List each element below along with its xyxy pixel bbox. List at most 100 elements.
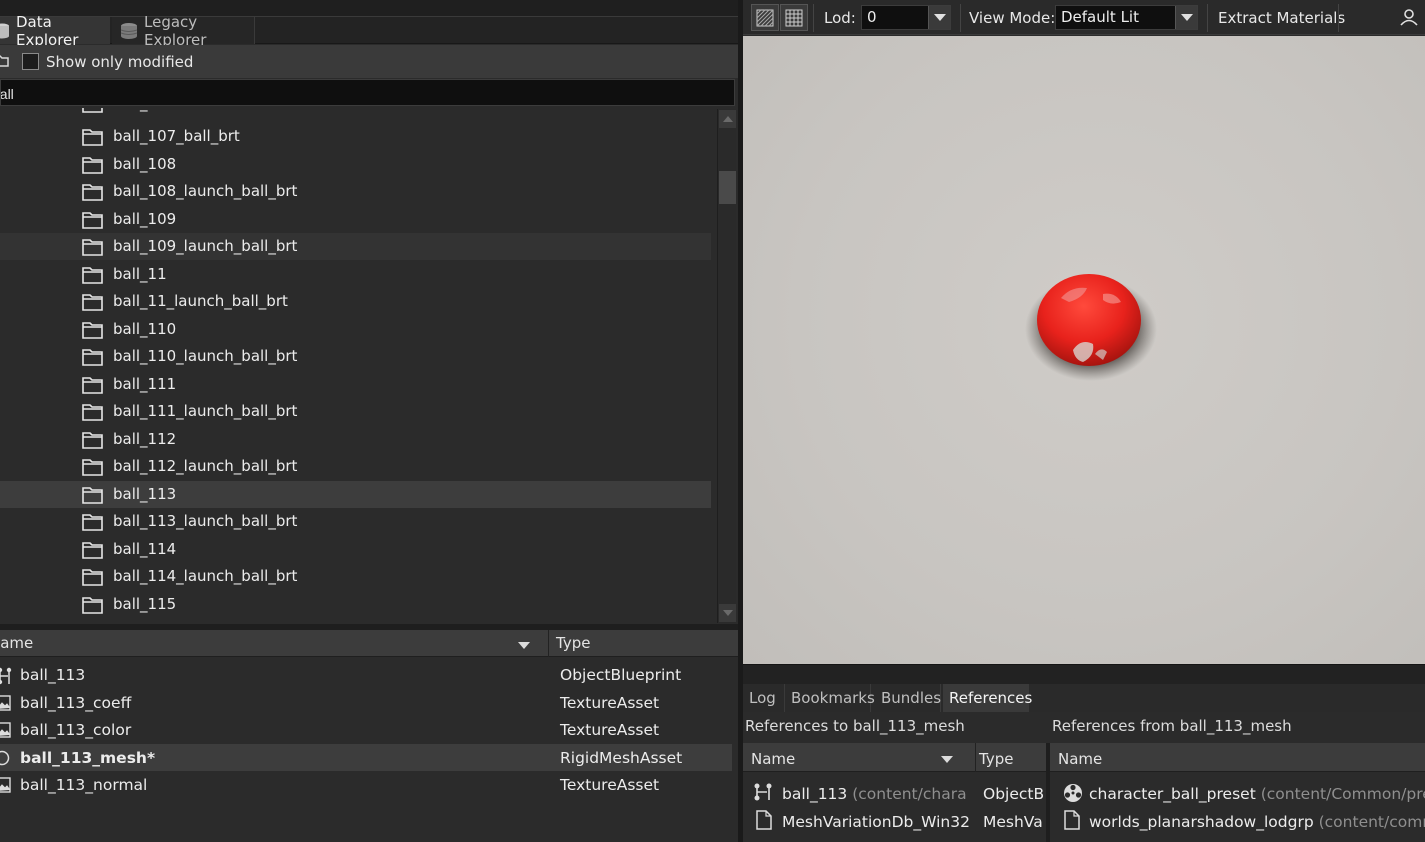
tab-label: Legacy Explorer	[144, 12, 207, 49]
show-only-modified-checkbox[interactable]	[22, 53, 39, 70]
view-mode-select[interactable]: Default Lit	[1055, 5, 1198, 30]
tree-scrollbar[interactable]	[717, 109, 736, 623]
hatch-icon	[756, 9, 774, 26]
tree-item[interactable]: ball_115	[0, 591, 711, 618]
folder-icon	[82, 128, 103, 146]
scroll-up-button[interactable]	[719, 110, 736, 128]
asset-name: ball_113_coeff	[20, 693, 132, 712]
data-explorer-panel: Data Explorer Legacy Explorer Show only …	[0, 0, 738, 842]
tree-item[interactable]: ball_109_launch_ball_brt	[0, 233, 711, 260]
tree-item-label: ball_110_launch_ball_brt	[113, 347, 298, 365]
asset-row[interactable]: ball_113_color TextureAsset	[0, 716, 732, 743]
asset-row[interactable]: ball_113_normal TextureAsset	[0, 771, 732, 798]
asset-type: TextureAsset	[560, 721, 660, 739]
tree-item[interactable]: ball_112_launch_ball_brt	[0, 453, 711, 480]
column-header-name[interactable]: Name	[751, 750, 795, 768]
scrollbar-thumb[interactable]	[719, 171, 736, 204]
list-item[interactable]: MeshVariationDb_Win32 MeshVa	[743, 804, 1046, 832]
mesh-icon	[0, 750, 11, 766]
tab-data-explorer[interactable]: Data Explorer	[0, 13, 110, 49]
tree-item[interactable]: ball_108_launch_ball_brt	[0, 178, 711, 205]
asset-row[interactable]: ball_113_mesh* RigidMeshAsset	[0, 743, 732, 771]
references-header: References to ball_113_mesh References f…	[743, 712, 1425, 741]
tree-item-label: ball_111	[113, 374, 177, 393]
database-icon	[0, 23, 10, 39]
viewport-toolbar: Lod: 0 View Mode: Default Lit Extract Ma…	[743, 0, 1425, 35]
reference-name: character_ball_preset	[1089, 785, 1256, 803]
column-header-type[interactable]: Type	[979, 750, 1013, 768]
asset-type: TextureAsset	[560, 776, 660, 794]
list-item[interactable]: character_ball_preset (content/Common/pr…	[1050, 776, 1425, 804]
chevron-down-icon[interactable]	[928, 6, 950, 29]
view-mode-label: View Mode:	[969, 9, 1056, 27]
tree-item[interactable]: ball_114_launch_ball_brt	[0, 563, 711, 590]
column-header-type[interactable]: Type	[556, 634, 590, 652]
asset-name: ball_113_color	[20, 721, 132, 739]
tab-bundles[interactable]: Bundles	[875, 684, 941, 712]
tree-item[interactable]: ball_110_launch_ball_brt	[0, 343, 711, 370]
grid-icon	[785, 9, 803, 26]
tree-item[interactable]: ball_111	[0, 371, 711, 398]
asset-row[interactable]: ball_113_coeff TextureAsset	[0, 689, 732, 716]
references-from-list: character_ball_preset (content/Common/pr…	[1050, 772, 1425, 842]
tree-item-label: ball_114	[113, 539, 177, 558]
tree-item[interactable]: ball_111_launch_ball_brt	[0, 398, 711, 425]
tree-item[interactable]: ball_107	[0, 108, 711, 117]
user-icon[interactable]	[1399, 8, 1419, 26]
tree-item[interactable]: ball_109	[0, 206, 711, 233]
folder-icon	[82, 293, 103, 311]
references-to-title: References to ball_113_mesh	[745, 717, 965, 735]
wireframe-toggle-button[interactable]	[751, 4, 779, 31]
tree-item-label: ball_107_ball_brt	[113, 127, 240, 145]
extract-materials-button[interactable]: Extract Materials	[1218, 9, 1345, 27]
tree-item[interactable]: ball_107_ball_brt	[0, 123, 711, 150]
asset-list: ball_113 ObjectBlueprint ball_113_coeff Tex…	[0, 658, 738, 842]
folder-icon	[82, 183, 103, 201]
reference-name: worlds_planarshadow_lodgrp	[1089, 813, 1314, 831]
database-icon	[120, 22, 138, 40]
tree-item[interactable]: ball_11	[0, 261, 711, 288]
panel-top-strip	[0, 0, 738, 17]
texture-icon	[0, 722, 11, 738]
column-header-name[interactable]: Name	[1058, 750, 1102, 768]
3d-viewport[interactable]	[743, 36, 1425, 664]
tree-item[interactable]: ball_110	[0, 316, 711, 343]
texture-icon	[0, 694, 11, 711]
folder-icon	[82, 458, 103, 476]
list-item[interactable]: worlds_planarshadow_lodgrp (content/comm	[1050, 804, 1425, 832]
tree-item[interactable]: ball_11_launch_ball_brt	[0, 288, 711, 315]
tab-log[interactable]: Log	[743, 684, 785, 712]
lod-select[interactable]: 0	[861, 5, 951, 30]
lod-value: 0	[867, 8, 877, 26]
column-divider	[975, 743, 976, 772]
sort-arrow-icon[interactable]	[518, 642, 530, 649]
folder-icon	[82, 108, 103, 113]
tab-bookmarks[interactable]: Bookmarks	[785, 684, 875, 712]
search-input[interactable]	[0, 79, 735, 106]
tree-item[interactable]: ball_108	[0, 151, 711, 178]
list-item[interactable]: ball_113 (content/chara ObjectB	[743, 776, 1046, 804]
toolbar-separator	[960, 4, 961, 32]
chevron-down-icon[interactable]	[1175, 6, 1197, 29]
asset-folder-tree: ball_107 ball_107_ball_brt ball_108 ball_10…	[0, 108, 716, 623]
folder-icon	[82, 431, 103, 449]
tab-references[interactable]: References	[943, 684, 1032, 712]
folder-icon	[82, 266, 103, 284]
tree-item[interactable]: ball_113	[0, 480, 711, 508]
view-mode-value: Default Lit	[1061, 8, 1139, 26]
grid-toggle-button[interactable]	[780, 4, 808, 31]
tree-item-label: ball_113	[113, 484, 177, 503]
tree-item[interactable]: ball_112	[0, 426, 711, 453]
asset-row[interactable]: ball_113 ObjectBlueprint	[0, 661, 732, 688]
tab-legacy-explorer[interactable]: Legacy Explorer	[112, 13, 255, 49]
scroll-down-button[interactable]	[719, 604, 736, 622]
tree-item[interactable]: ball_114	[0, 536, 711, 563]
toolbar-separator	[1207, 4, 1208, 32]
tree-item[interactable]: ball_113_launch_ball_brt	[0, 508, 711, 535]
column-header-name[interactable]: Name	[0, 634, 33, 652]
asset-type: TextureAsset	[560, 693, 660, 712]
folder-open-icon[interactable]	[0, 54, 10, 68]
references-from-column-header: Name	[1050, 743, 1425, 772]
sort-arrow-icon[interactable]	[941, 756, 953, 763]
folder-icon	[82, 348, 103, 366]
